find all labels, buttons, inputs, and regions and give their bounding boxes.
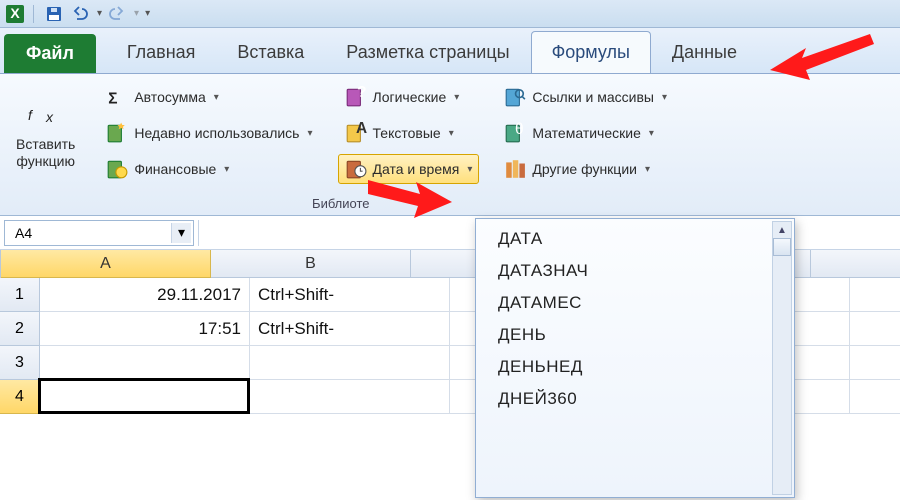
book-question-icon: ? (345, 86, 367, 108)
svg-text:Σ: Σ (109, 91, 118, 108)
dropdown-item[interactable]: ДАТА (476, 223, 794, 255)
ribbon-tabs: Файл Главная Вставка Разметка страницы Ф… (0, 28, 900, 74)
row-headers: 1 2 3 4 (0, 278, 40, 414)
dropdown-item[interactable]: ДНЕЙ360 (476, 383, 794, 415)
cell-A2[interactable]: 17:51 (40, 312, 250, 346)
tab-page-layout[interactable]: Разметка страницы (325, 31, 530, 73)
tab-home[interactable]: Главная (106, 31, 217, 73)
lookup-button[interactable]: Ссылки и массивы▾ (497, 82, 674, 112)
book-text-icon: A (345, 122, 367, 144)
cell-B3[interactable] (250, 346, 450, 380)
cell-A3[interactable] (40, 346, 250, 380)
date-time-dropdown: ДАТА ДАТАЗНАЧ ДАТАМЕС ДЕНЬ ДЕНЬНЕД ДНЕЙ3… (475, 218, 795, 498)
book-money-icon (106, 158, 128, 180)
tab-data[interactable]: Данные (651, 31, 758, 73)
svg-text:θ: θ (515, 122, 524, 138)
chevron-down-icon: ▾ (662, 92, 667, 103)
redo-dropdown-icon[interactable]: ▾ (134, 8, 139, 19)
scroll-thumb[interactable] (773, 238, 791, 256)
autosum-button[interactable]: Σ Автосумма▾ (99, 82, 319, 112)
red-arrow-button (368, 172, 458, 226)
math-button[interactable]: θ Математические▾ (497, 118, 674, 148)
books-icon (504, 158, 526, 180)
row-header-2[interactable]: 2 (0, 312, 40, 346)
cell-E3[interactable] (850, 346, 900, 380)
dropdown-item[interactable]: ДАТАЗНАЧ (476, 255, 794, 287)
column-header-A[interactable]: A (1, 250, 211, 278)
book-lookup-icon (504, 86, 526, 108)
book-theta-icon: θ (504, 122, 526, 144)
scroll-up-icon[interactable]: ▲ (773, 222, 791, 238)
financial-button[interactable]: Финансовые▾ (99, 154, 319, 184)
title-bar: X ▾ ▾ ▾ (0, 0, 900, 28)
svg-text:x: x (45, 109, 54, 125)
qat-customize-icon[interactable]: ▾ (145, 8, 150, 19)
dropdown-item[interactable]: ДАТАМЕС (476, 287, 794, 319)
insert-function-button[interactable]: fx Вставитьфункцию (10, 82, 81, 173)
text-button[interactable]: A Текстовые▾ (338, 118, 480, 148)
row-header-4[interactable]: 4 (0, 380, 40, 414)
red-arrow-tab (770, 26, 880, 86)
excel-icon: X (6, 5, 24, 23)
cell-E1[interactable] (850, 278, 900, 312)
cell-E4[interactable] (850, 380, 900, 414)
save-button[interactable] (43, 3, 65, 25)
cell-A4[interactable] (40, 380, 250, 414)
row-header-3[interactable]: 3 (0, 346, 40, 380)
cell-B2[interactable]: Ctrl+Shift- (250, 312, 450, 346)
redo-button[interactable] (106, 3, 128, 25)
dropdown-item[interactable]: ДЕНЬ (476, 319, 794, 351)
cell-B1[interactable]: Ctrl+Shift- (250, 278, 450, 312)
chevron-down-icon: ▾ (467, 164, 472, 175)
column-header-E[interactable]: F (811, 250, 900, 278)
chevron-down-icon: ▾ (224, 164, 229, 175)
book-clock-icon (345, 158, 367, 180)
name-box-dropdown[interactable]: ▾ (171, 223, 191, 243)
dropdown-item[interactable]: ДЕНЬНЕД (476, 351, 794, 383)
tab-formulas[interactable]: Формулы (531, 31, 651, 73)
chevron-down-icon: ▾ (214, 92, 219, 103)
dropdown-scrollbar[interactable]: ▲ (772, 221, 792, 495)
logical-button[interactable]: ? Логические▾ (338, 82, 480, 112)
insert-function-label-2: функцию (16, 153, 75, 169)
undo-button[interactable] (69, 3, 91, 25)
ribbon-stack-1: Σ Автосумма▾ Недавно использовались▾ Фин… (99, 82, 319, 211)
ribbon-stack-3: Ссылки и массивы▾ θ Математические▾ Друг… (497, 82, 674, 211)
row-header-1[interactable]: 1 (0, 278, 40, 312)
undo-dropdown-icon[interactable]: ▾ (97, 8, 102, 19)
recently-used-button[interactable]: Недавно использовались▾ (99, 118, 319, 148)
sigma-icon: Σ (106, 86, 128, 108)
name-box[interactable]: A4 ▾ (4, 220, 194, 246)
chevron-down-icon: ▾ (449, 128, 454, 139)
cell-B4[interactable] (250, 380, 450, 414)
file-tab[interactable]: Файл (4, 34, 96, 73)
quick-access-toolbar: ▾ ▾ ▾ (43, 3, 150, 25)
chevron-down-icon: ▾ (454, 92, 459, 103)
chevron-down-icon: ▾ (307, 128, 312, 139)
more-functions-button[interactable]: Другие функции▾ (497, 154, 674, 184)
column-header-B[interactable]: B (211, 250, 411, 278)
chevron-down-icon: ▾ (645, 164, 650, 175)
svg-text:f: f (28, 107, 34, 123)
insert-function-label-1: Вставить (16, 136, 75, 152)
cell-A1[interactable]: 29.11.2017 (40, 278, 250, 312)
group-insert-function: fx Вставитьфункцию (10, 82, 81, 211)
book-star-icon (106, 122, 128, 144)
tab-insert[interactable]: Вставка (216, 31, 325, 73)
chevron-down-icon: ▾ (649, 128, 654, 139)
svg-text:?: ? (357, 86, 366, 101)
svg-text:X: X (10, 5, 20, 21)
cell-E2[interactable] (850, 312, 900, 346)
svg-text:A: A (356, 122, 367, 137)
